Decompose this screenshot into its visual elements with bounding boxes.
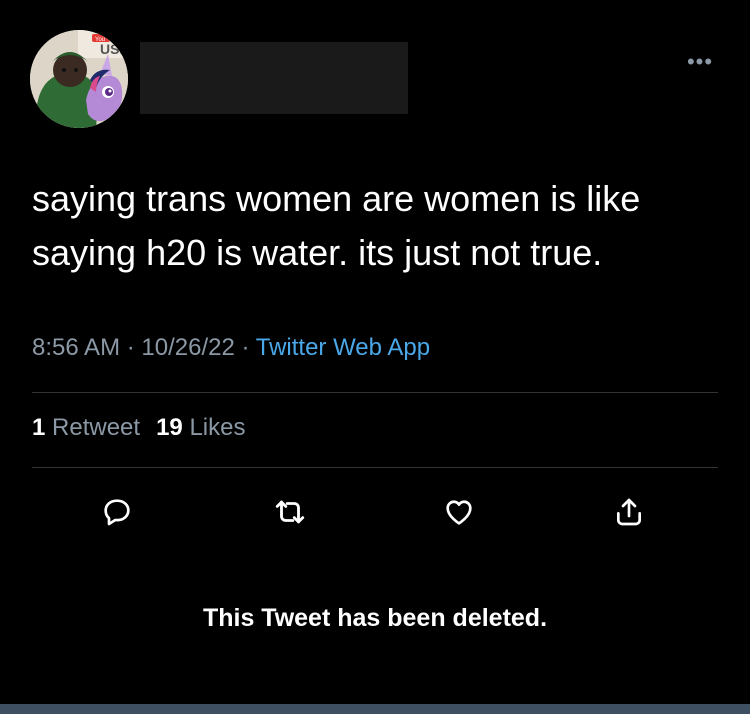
tweet-card: USIC You ••• saying trans women are wome… bbox=[0, 0, 750, 704]
deleted-notice: This Tweet has been deleted. bbox=[202, 604, 548, 632]
retweet-icon bbox=[275, 500, 305, 524]
tweet-source-link[interactable]: Twitter Web App bbox=[256, 334, 430, 361]
share-button[interactable] bbox=[609, 492, 649, 532]
tweet-date: 10/26/22 bbox=[141, 334, 235, 361]
retweet-label: Retweet bbox=[52, 414, 141, 441]
redacted-username bbox=[140, 42, 408, 114]
tweet-time: 8:56 AM bbox=[32, 334, 121, 361]
tweet-text-line: saying trans women are women is like bbox=[32, 178, 641, 219]
tweet-stats: 1 Retweet 19 Likes bbox=[32, 414, 245, 442]
like-label: Likes bbox=[189, 414, 246, 441]
retweets-stat[interactable]: 1 Retweet bbox=[32, 414, 140, 441]
divider bbox=[32, 467, 718, 468]
reply-icon bbox=[104, 499, 130, 526]
tweet-actions bbox=[0, 492, 750, 532]
tweet-text-line: saying h20 is water. its just not true. bbox=[32, 232, 603, 273]
reply-button[interactable] bbox=[97, 492, 137, 532]
like-icon bbox=[446, 500, 472, 525]
tweet-meta: 8:56 AM · 10/26/22 · Twitter Web App bbox=[32, 334, 430, 362]
more-options-button[interactable]: ••• bbox=[678, 50, 722, 74]
avatar-banner-text: USIC bbox=[100, 41, 128, 57]
retweet-count: 1 bbox=[32, 414, 46, 441]
like-button[interactable] bbox=[439, 492, 479, 532]
likes-stat[interactable]: 19 Likes bbox=[156, 414, 245, 441]
avatar[interactable]: USIC You bbox=[30, 30, 128, 128]
retweet-button[interactable] bbox=[270, 492, 310, 532]
avatar-logo-text: You bbox=[95, 37, 105, 43]
like-count: 19 bbox=[156, 414, 183, 441]
more-icon: ••• bbox=[686, 49, 714, 74]
bottom-bar bbox=[0, 704, 750, 714]
meta-separator: · bbox=[126, 334, 135, 361]
meta-separator: · bbox=[241, 334, 250, 361]
share-icon bbox=[617, 498, 641, 526]
tweet-text: saying trans women are women is like say… bbox=[32, 172, 732, 280]
divider bbox=[32, 392, 718, 393]
